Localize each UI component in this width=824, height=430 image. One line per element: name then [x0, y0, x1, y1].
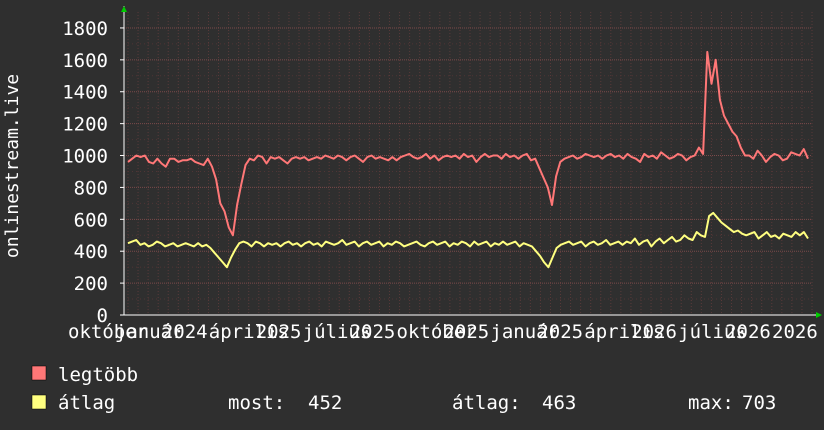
y-tick-label: 400	[74, 241, 108, 263]
stats: most: 452 átlag: 463 max: 703	[228, 392, 776, 414]
legend-label-legtobb: legtöbb	[58, 364, 138, 386]
legend-swatch-atlag	[31, 394, 47, 410]
legend-swatch-legtobb	[31, 365, 47, 381]
x-tick-label: 2025	[350, 321, 396, 343]
stat-max-label: max:	[688, 392, 734, 414]
stat-atlag-value: 463	[542, 392, 576, 414]
x-tick-label: 2025	[256, 321, 302, 343]
chart: 020040060080010001200140016001800 októbe…	[0, 0, 824, 430]
stat-max-value: 703	[742, 392, 776, 414]
x-tick-label: 2026	[631, 321, 677, 343]
y-tick-label: 1200	[62, 114, 108, 136]
y-tick-label: 1000	[62, 146, 108, 168]
legend-label-atlag: átlag	[58, 392, 115, 414]
y-tick-label: 600	[74, 209, 108, 231]
x-tick-label: 2024	[162, 321, 208, 343]
x-tick-label: 2025	[537, 321, 583, 343]
x-tick-label: 2025	[443, 321, 489, 343]
stat-atlag-label: átlag:	[452, 392, 521, 414]
stat-most-value: 452	[308, 392, 342, 414]
x-tick-label: 2026	[725, 321, 771, 343]
y-tick-label: 1800	[62, 18, 108, 40]
x-tick-labels: októberjanuár2024 április2025 július2025 ok…	[68, 321, 818, 343]
y-tick-label: 800	[74, 177, 108, 199]
y-axis-label: onlinestream.live	[2, 74, 23, 258]
x-tick-label: 2026	[772, 321, 818, 343]
y-tick-label: 200	[74, 273, 108, 295]
y-tick-label: 1600	[62, 50, 108, 72]
stat-most-label: most:	[228, 392, 285, 414]
y-tick-label: 1400	[62, 82, 108, 104]
